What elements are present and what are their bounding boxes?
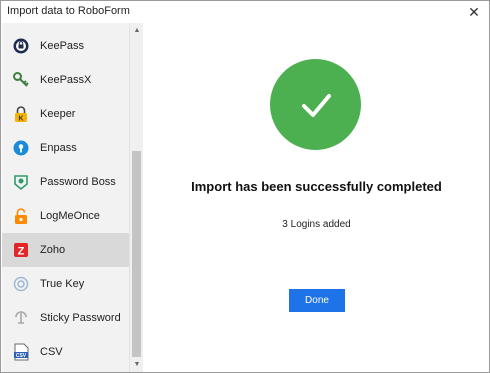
sidebar-item-true-key[interactable]: True Key bbox=[2, 267, 129, 301]
sidebar-item-logmeonce[interactable]: LogMeOnce bbox=[2, 199, 129, 233]
import-result-panel: Import has been successfully completed 3… bbox=[144, 23, 489, 372]
close-button[interactable]: ✕ bbox=[465, 3, 483, 21]
true-key-icon bbox=[12, 275, 30, 293]
keepass-icon bbox=[12, 37, 30, 55]
scroll-up-arrow[interactable]: ▲ bbox=[130, 25, 144, 37]
sidebar-scrollbar[interactable]: ▲ ▼ bbox=[129, 23, 143, 372]
svg-text:CSV: CSV bbox=[16, 353, 27, 359]
import-source-list: KeePass KeePassX K Keeper Enpass Passwor… bbox=[2, 23, 129, 372]
sidebar-item-password-boss[interactable]: Password Boss bbox=[2, 165, 129, 199]
scroll-down-arrow[interactable]: ▼ bbox=[130, 359, 144, 371]
done-button[interactable]: Done bbox=[289, 289, 345, 312]
logmeonce-icon bbox=[12, 207, 30, 225]
window-title: Import data to RoboForm bbox=[7, 5, 130, 17]
zoho-icon: Z bbox=[12, 241, 30, 259]
sidebar-item-label: True Key bbox=[40, 278, 85, 290]
import-count-text: 3 Logins added bbox=[282, 219, 351, 230]
sidebar-item-keepassx[interactable]: KeePassX bbox=[2, 63, 129, 97]
sidebar-item-label: Enpass bbox=[40, 142, 77, 154]
sidebar-item-label: KeePassX bbox=[40, 74, 92, 86]
sidebar-item-csv[interactable]: CSV CSV bbox=[2, 335, 129, 369]
scroll-thumb[interactable] bbox=[132, 151, 141, 357]
import-dialog: Import data to RoboForm ✕ KeePass KeePas… bbox=[0, 0, 490, 373]
password-boss-icon bbox=[12, 173, 30, 191]
sidebar-item-label: Password Boss bbox=[40, 176, 116, 188]
sidebar-item-enpass[interactable]: Enpass bbox=[2, 131, 129, 165]
sidebar-item-label: Sticky Password bbox=[40, 312, 121, 324]
title-bar: Import data to RoboForm ✕ bbox=[1, 1, 489, 23]
sticky-password-icon bbox=[12, 309, 30, 327]
enpass-icon bbox=[12, 139, 30, 157]
sidebar-item-label: Keeper bbox=[40, 108, 76, 120]
sidebar-item-label: LogMeOnce bbox=[40, 210, 100, 222]
sidebar-item-sticky-password[interactable]: Sticky Password bbox=[2, 301, 129, 335]
sidebar-item-zoho[interactable]: Z Zoho bbox=[2, 233, 129, 267]
checkmark-icon bbox=[270, 59, 361, 150]
svg-text:Z: Z bbox=[18, 246, 25, 258]
success-headline: Import has been successfully completed bbox=[191, 179, 442, 194]
sidebar-item-label: CSV bbox=[40, 346, 63, 358]
sidebar-item-label: KeePass bbox=[40, 40, 85, 52]
sidebar-item-keeper[interactable]: K Keeper bbox=[2, 97, 129, 131]
keepassx-icon bbox=[12, 71, 30, 89]
sidebar-item-keepass[interactable]: KeePass bbox=[2, 29, 129, 63]
sidebar-item-label: Zoho bbox=[40, 244, 66, 256]
svg-text:K: K bbox=[18, 116, 23, 123]
keeper-icon: K bbox=[12, 105, 30, 123]
csv-icon: CSV bbox=[12, 343, 30, 361]
